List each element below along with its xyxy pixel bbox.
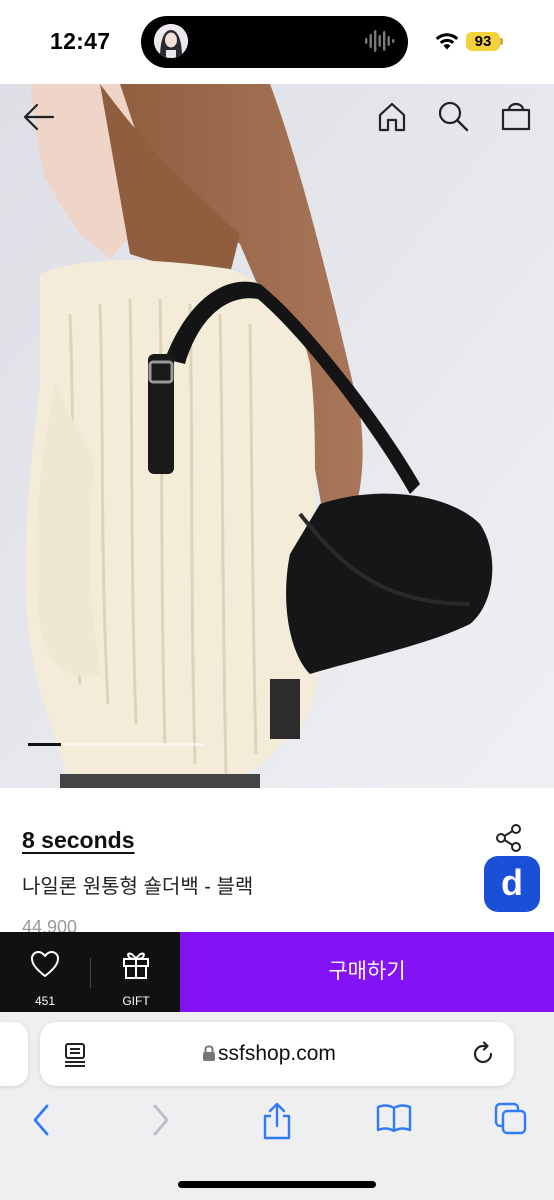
back-arrow-icon[interactable] (22, 102, 56, 132)
home-indicator[interactable] (178, 1181, 376, 1188)
image-progress-indicator (28, 743, 61, 746)
address-bar-url: ssfshop.com (218, 1042, 336, 1065)
product-image[interactable] (0, 84, 554, 788)
gift-label: GIFT (122, 994, 150, 1008)
product-name: 나일론 원통형 숄더백 - 블랙 (22, 876, 254, 898)
share-icon[interactable] (494, 823, 524, 853)
previous-tab-card[interactable] (0, 1022, 28, 1086)
brand-link[interactable]: 8 seconds (22, 827, 135, 854)
action-divider (90, 958, 91, 988)
forward-icon[interactable] (150, 1102, 172, 1138)
buy-button[interactable]: 구매하기 (180, 932, 554, 1012)
lock-icon (203, 1045, 215, 1061)
like-count: 451 (34, 994, 56, 1008)
page-menu-icon[interactable] (63, 1042, 87, 1068)
share-sheet-icon[interactable] (261, 1102, 293, 1140)
audio-waveform-icon (365, 30, 395, 52)
shopping-bag-icon[interactable] (499, 98, 533, 132)
product-price: 44,900 (22, 917, 78, 933)
battery-indicator: 93 (466, 32, 500, 51)
wifi-icon (435, 33, 459, 50)
address-bar[interactable]: ssfshop.com (40, 1022, 514, 1086)
heart-icon (31, 951, 59, 977)
status-time: 12:47 (50, 28, 111, 54)
bookmarks-icon[interactable] (376, 1102, 412, 1134)
battery-tip (500, 38, 503, 45)
now-playing-avatar-icon (154, 24, 188, 58)
tabs-icon[interactable] (494, 1102, 528, 1136)
home-icon[interactable] (376, 101, 408, 133)
like-button[interactable]: 451 (14, 944, 76, 1008)
back-icon[interactable] (30, 1102, 52, 1138)
search-icon[interactable] (437, 100, 469, 132)
reload-icon[interactable] (470, 1041, 496, 1067)
gift-icon (123, 952, 149, 979)
daangn-app-icon[interactable]: d (484, 856, 540, 912)
gift-button[interactable]: GIFT (105, 944, 167, 1008)
